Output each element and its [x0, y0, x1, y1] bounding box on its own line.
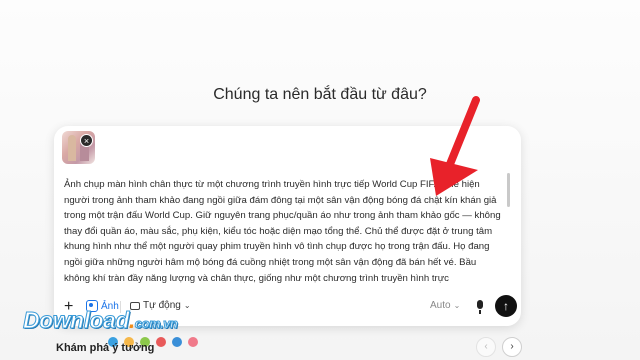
prompt-textarea[interactable]: Ảnh chụp màn hình chân thực từ một chươn… [64, 177, 504, 289]
remove-attachment-button[interactable]: × [80, 134, 93, 147]
page: Chúng ta nên bắt đầu từ đâu? Ảnh chụp mà… [0, 0, 640, 360]
chevron-down-icon: ⌄ [183, 301, 191, 310]
watermark-dot [172, 337, 182, 347]
next-button[interactable]: › [502, 337, 522, 357]
microphone-icon[interactable] [474, 298, 486, 316]
explore-heading: Khám phá ý tưởng [56, 342, 155, 354]
watermark-dot [188, 337, 198, 347]
page-heading: Chúng ta nên bắt đầu từ đâu? [213, 86, 427, 103]
aspect-dropdown[interactable]: Auto ⌄ [430, 300, 460, 311]
textarea-scrollbar[interactable] [507, 173, 510, 207]
chevron-down-icon: ⌄ [453, 301, 461, 310]
microphone-body [477, 300, 483, 309]
thumbnail-figure [68, 135, 76, 161]
microphone-stand [479, 310, 481, 314]
prompt-composer: Ảnh chụp màn hình chân thực từ một chươn… [54, 126, 521, 326]
aspect-dropdown-label: Auto [430, 300, 451, 311]
watermark-dot [156, 337, 166, 347]
send-button[interactable]: ↑ [495, 295, 517, 317]
watermark-logo: Download.com.vn [23, 307, 179, 334]
previous-button[interactable]: ‹ [476, 337, 496, 357]
